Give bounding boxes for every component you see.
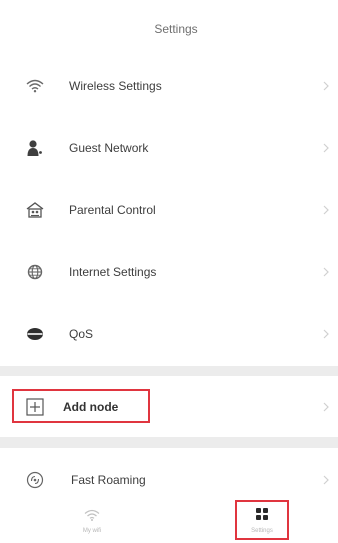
- tab-label: My wifi: [82, 527, 102, 534]
- section-divider: [0, 437, 338, 448]
- chevron-right-icon: [322, 142, 330, 154]
- bottom-tab-bar: My wifi Settings: [0, 498, 338, 543]
- menu-item-label: QoS: [69, 327, 94, 341]
- wifi-icon: [84, 508, 100, 526]
- menu-item-label: Wireless Settings: [69, 79, 162, 93]
- menu-item-parental-control[interactable]: Parental Control: [0, 179, 338, 241]
- guest-user-icon: [25, 138, 45, 158]
- globe-icon: [25, 262, 45, 282]
- menu-item-label: Fast Roaming: [71, 473, 146, 487]
- section-divider: [0, 366, 338, 376]
- wifi-icon: [25, 76, 45, 96]
- chevron-right-icon: [322, 474, 330, 486]
- menu-item-add-node[interactable]: Add node: [0, 378, 338, 436]
- menu-item-wireless-settings[interactable]: Wireless Settings: [0, 55, 338, 117]
- menu-item-label: Parental Control: [69, 203, 156, 217]
- chevron-right-icon: [322, 328, 330, 340]
- header: Settings: [0, 0, 338, 58]
- menu-item-label: Internet Settings: [69, 265, 157, 279]
- menu-item-label: Guest Network: [69, 141, 149, 155]
- tab-label: Settings: [251, 528, 273, 534]
- qos-icon: [25, 324, 45, 344]
- tab-my-wifi[interactable]: My wifi: [52, 498, 132, 543]
- menu-item-internet-settings[interactable]: Internet Settings: [0, 241, 338, 303]
- add-node-icon: [25, 397, 45, 417]
- chevron-right-icon: [322, 401, 330, 413]
- tab-settings[interactable]: Settings: [222, 498, 302, 543]
- chevron-right-icon: [322, 80, 330, 92]
- page-title: Settings: [154, 22, 198, 36]
- chevron-right-icon: [322, 266, 330, 278]
- menu-item-label: Add node: [63, 400, 119, 414]
- settings-grid-icon: [255, 507, 269, 526]
- chevron-right-icon: [322, 204, 330, 216]
- menu-item-qos[interactable]: QoS: [0, 303, 338, 365]
- parental-house-icon: [25, 200, 45, 220]
- menu-item-guest-network[interactable]: Guest Network: [0, 117, 338, 179]
- fast-roaming-icon: [25, 470, 45, 490]
